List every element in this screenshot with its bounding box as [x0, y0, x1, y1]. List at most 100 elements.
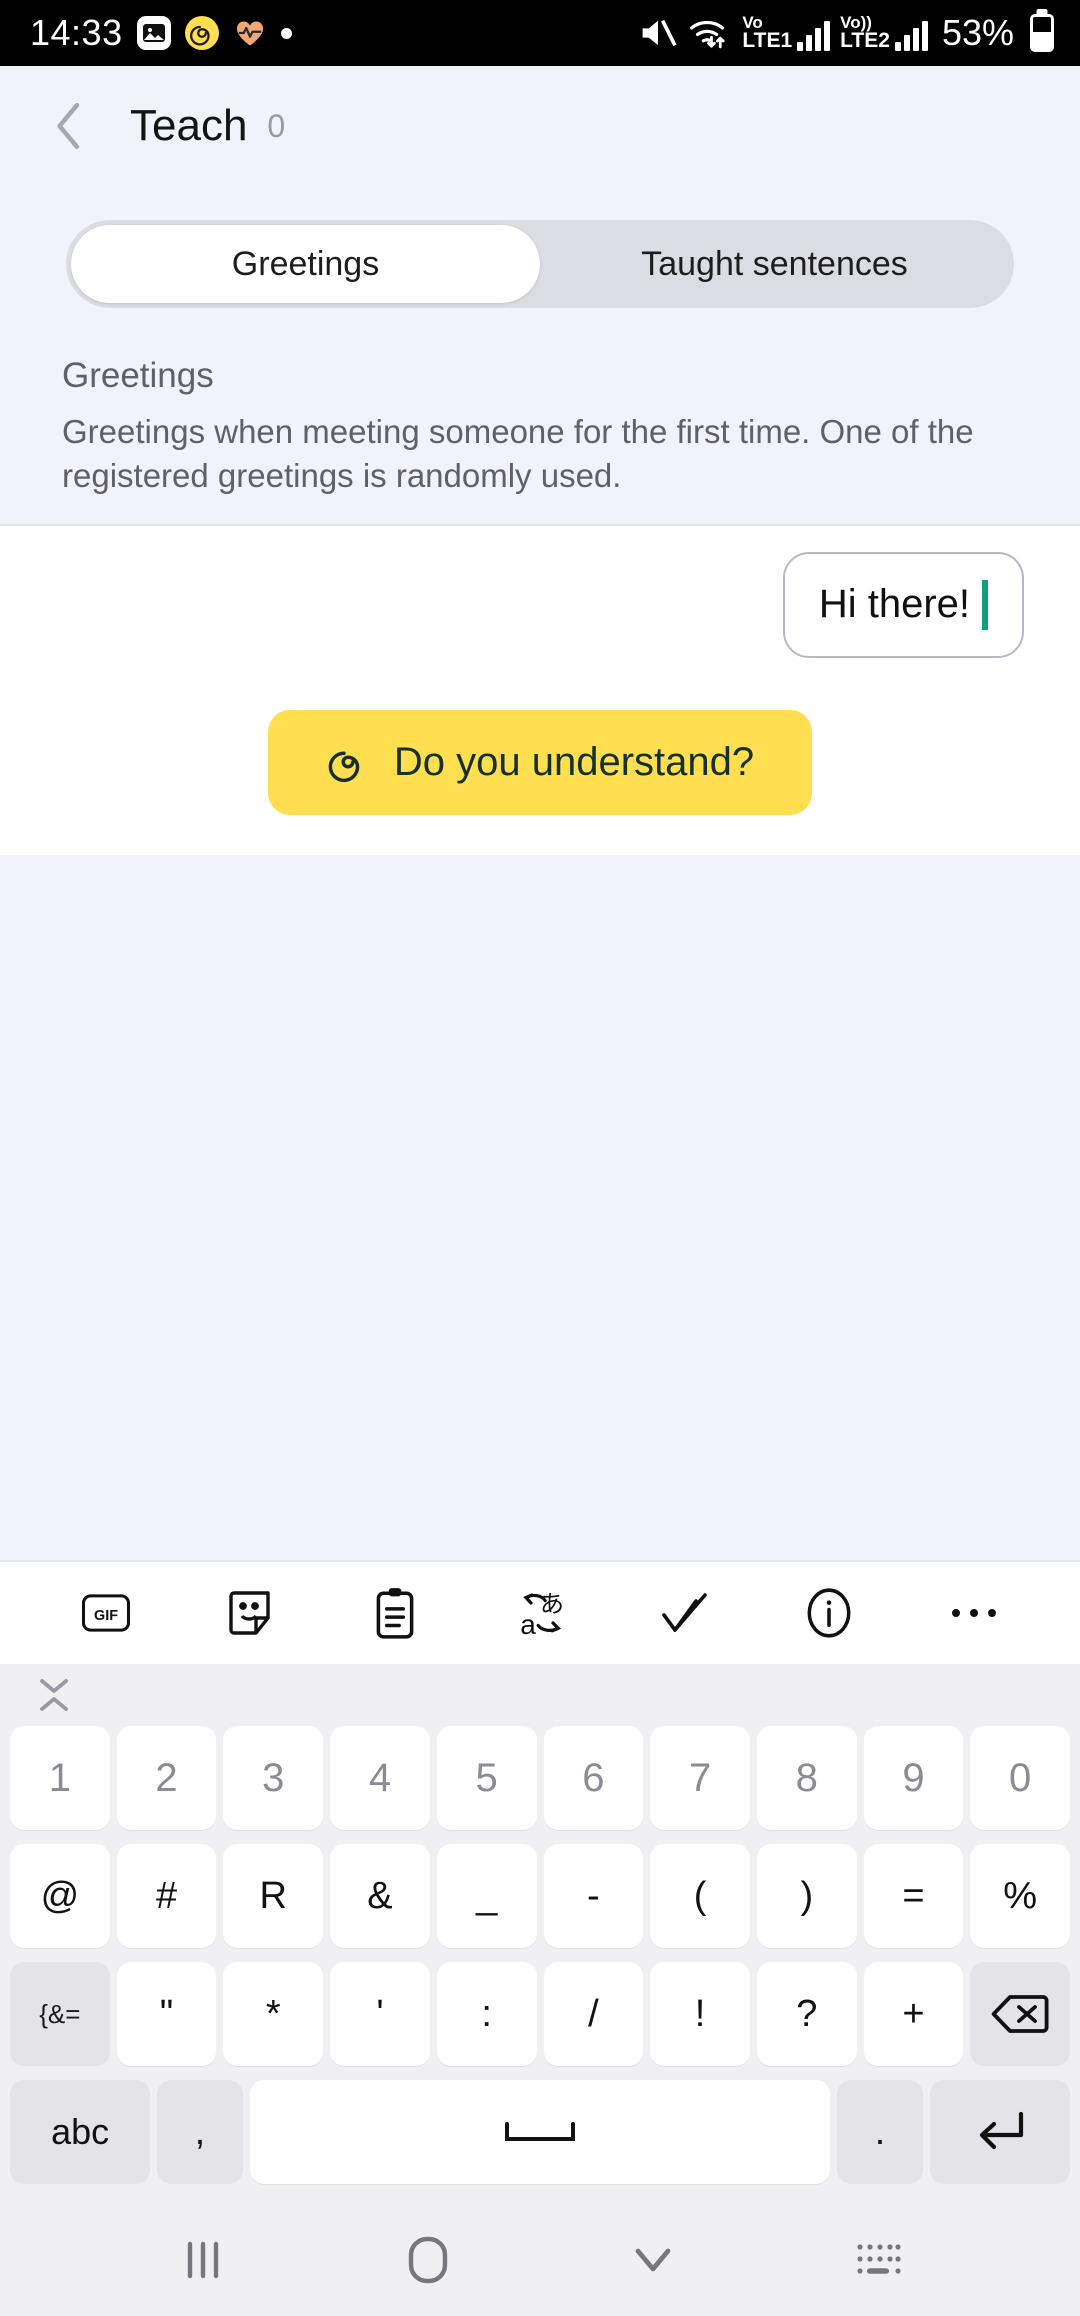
key-period[interactable]: . — [837, 2080, 923, 2184]
sticker-icon[interactable] — [208, 1570, 294, 1656]
do-you-understand-button[interactable]: Do you understand? — [267, 709, 813, 815]
key-apostrophe[interactable]: ' — [330, 1962, 430, 2066]
key-1[interactable]: 1 — [10, 1726, 110, 1830]
key-slash[interactable]: / — [543, 1962, 644, 2066]
system-nav-bar — [0, 2204, 1080, 2316]
key-colon[interactable]: : — [436, 1962, 537, 2066]
key-space[interactable] — [249, 2080, 831, 2184]
key-9[interactable]: 9 — [863, 1726, 964, 1830]
key-plus[interactable]: + — [863, 1962, 964, 2066]
segmented-control: Greetings Taught sentences — [66, 220, 1014, 308]
key-4[interactable]: 4 — [330, 1726, 430, 1830]
gif-icon[interactable]: GIF — [63, 1570, 149, 1656]
keyboard-switch-button[interactable] — [833, 2215, 923, 2305]
description-body: Greetings when meeting someone for the f… — [62, 413, 974, 494]
hide-keyboard-button[interactable] — [608, 2215, 698, 2305]
do-you-understand-label: Do you understand? — [393, 739, 755, 784]
sim2-network-tag: LTE2 — [840, 29, 890, 53]
home-icon — [408, 2236, 447, 2284]
keyboard-row-symbols-1: @ # R & _ - ( ) = % — [6, 1844, 1074, 1948]
key-currency[interactable]: R — [223, 1844, 324, 1948]
chevron-left-icon — [57, 102, 80, 150]
tab-taught-sentences-label: Taught sentences — [641, 244, 908, 283]
key-paren-open[interactable]: ( — [650, 1844, 750, 1948]
phone-screen: 14:33 Vo LTE1 Vo)) LTE2 53% Teach 0 Gree… — [0, 0, 1080, 2316]
tab-greetings-label: Greetings — [231, 244, 380, 283]
sim1-network-tag: LTE1 — [742, 29, 793, 53]
handwriting-icon[interactable] — [642, 1570, 728, 1656]
keyboard-row-bottom: abc , . — [6, 2080, 1074, 2184]
sim2-label: Vo)) LTE2 — [840, 14, 890, 53]
volume-mute-icon — [638, 16, 678, 50]
more-options-icon[interactable] — [931, 1570, 1017, 1656]
recents-icon — [187, 2241, 218, 2279]
key-quote-double[interactable]: " — [116, 1962, 217, 2066]
key-enter[interactable] — [929, 2080, 1071, 2184]
key-asterisk[interactable]: * — [223, 1962, 324, 2066]
keyboard-row-numbers: 1 2 3 4 5 6 7 8 9 0 — [6, 1726, 1074, 1830]
sim1-signal: Vo LTE1 — [742, 14, 831, 53]
key-3[interactable]: 3 — [223, 1726, 324, 1830]
key-0[interactable]: 0 — [970, 1726, 1071, 1830]
key-2[interactable]: 2 — [116, 1726, 217, 1830]
keyboard-switch-icon — [856, 2244, 901, 2274]
keyboard-rows: 1 2 3 4 5 6 7 8 9 0 @ # R & _ - ( ) = % … — [0, 1726, 1080, 2184]
battery-icon — [1030, 14, 1054, 52]
sim1-bars-icon — [797, 21, 831, 52]
clipboard-icon[interactable] — [352, 1570, 438, 1656]
key-underscore[interactable]: _ — [436, 1844, 537, 1948]
translate-icon[interactable]: a あ — [497, 1570, 583, 1656]
svg-text:a: a — [520, 1609, 536, 1640]
key-hash[interactable]: # — [116, 1844, 217, 1948]
tab-taught-sentences[interactable]: Taught sentences — [540, 225, 1009, 303]
key-hyphen[interactable]: - — [543, 1844, 644, 1948]
empty-content-area — [0, 854, 1080, 1560]
keyboard-collapse-handle[interactable] — [0, 1664, 1080, 1726]
key-question[interactable]: ? — [756, 1962, 857, 2066]
description-title: Greetings — [62, 356, 214, 395]
composer-card: Hi there! Do you understand? — [0, 523, 1080, 855]
key-6[interactable]: 6 — [543, 1726, 644, 1830]
battery-percent: 53% — [941, 12, 1014, 53]
greeting-input-text: Hi there! — [818, 582, 970, 627]
info-icon[interactable] — [786, 1570, 872, 1656]
keyboard-toolbar: GIF a あ — [0, 1560, 1080, 1664]
greeting-input-bubble[interactable]: Hi there! — [782, 551, 1024, 658]
notification-dot-icon — [280, 27, 292, 39]
keyboard: 1 2 3 4 5 6 7 8 9 0 @ # R & _ - ( ) = % … — [0, 1664, 1080, 2204]
home-button[interactable] — [383, 2215, 473, 2305]
app-header: Teach 0 — [0, 66, 1080, 186]
key-8[interactable]: 8 — [756, 1726, 857, 1830]
page-title: Teach — [130, 101, 248, 150]
key-at[interactable]: @ — [10, 1844, 110, 1948]
sim1-label: Vo LTE1 — [742, 14, 793, 53]
key-7[interactable]: 7 — [650, 1726, 750, 1830]
key-5[interactable]: 5 — [436, 1726, 537, 1830]
key-abc-toggle[interactable]: abc — [10, 2080, 151, 2184]
key-comma[interactable]: , — [157, 2080, 243, 2184]
teach-count: 0 — [267, 107, 286, 144]
hide-keyboard-icon — [635, 2248, 670, 2272]
key-paren-close[interactable]: ) — [756, 1844, 857, 1948]
keyboard-row-symbols-2: {&= " * ' : / ! ? + — [6, 1962, 1074, 2066]
spiral-app-icon — [184, 16, 219, 50]
key-exclamation[interactable]: ! — [650, 1962, 750, 2066]
enter-icon — [979, 2111, 1023, 2150]
sim2-bars-icon — [894, 21, 928, 52]
key-percent[interactable]: % — [970, 1844, 1071, 1948]
svg-text:あ: あ — [540, 1590, 564, 1618]
text-caret — [982, 579, 988, 630]
recents-button[interactable] — [158, 2215, 248, 2305]
back-button[interactable] — [34, 90, 106, 162]
status-bar-left: 14:33 — [30, 12, 292, 54]
collapse-handle-icon — [40, 1679, 68, 1711]
tab-greetings[interactable]: Greetings — [71, 225, 540, 303]
key-equals[interactable]: = — [863, 1844, 964, 1948]
key-symbols-toggle[interactable]: {&= — [10, 1962, 110, 2066]
spiral-icon — [328, 751, 360, 783]
description-section: Greetings Greetings when meeting someone… — [0, 308, 1080, 524]
key-backspace[interactable] — [970, 1962, 1071, 2066]
key-ampersand[interactable]: & — [330, 1844, 430, 1948]
status-time: 14:33 — [30, 12, 123, 53]
svg-text:GIF: GIF — [94, 1608, 118, 1624]
